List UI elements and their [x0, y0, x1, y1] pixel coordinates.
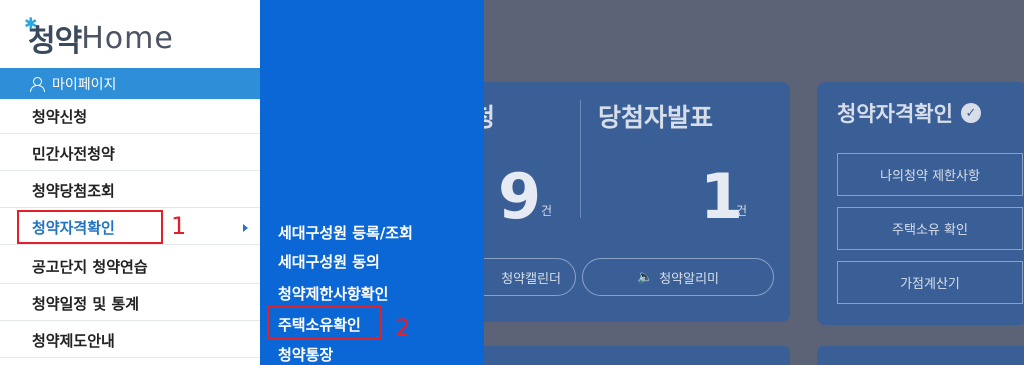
chevron-right-icon [243, 224, 248, 232]
menu-item-subscription-apply[interactable]: 청약신청 [0, 100, 260, 134]
menu-item-schedule-stats[interactable]: 청약일정 및 통계 [0, 287, 260, 321]
submenu-subscription-account[interactable]: 청약통장 [278, 344, 333, 365]
highlight-box-2 [267, 306, 382, 340]
my-restrictions-label: 나의청약 제한사항 [880, 169, 980, 184]
submenu-restriction-check[interactable]: 청약제한사항확인 [278, 283, 388, 304]
menu-item-label: 청약제도안내 [32, 332, 115, 350]
alarm-label: 청약알리미 [659, 271, 719, 287]
mypage-label: 마이페이지 [52, 76, 117, 93]
logo-star-icon: ✱ [24, 14, 38, 33]
eligibility-title-text: 청약자격확인 [837, 102, 953, 126]
person-icon [30, 76, 45, 92]
application-status-card: 청 당첨자발표 9 건 1 건 청약캘린더 🔈 청약알리미 [458, 82, 790, 322]
check-icon: ✓ [960, 103, 981, 123]
housing-ownership-label: 주택소유 확인 [892, 223, 968, 238]
logo-home: Home [81, 20, 174, 56]
menu-item-label: 청약일정 및 통계 [32, 295, 140, 313]
speaker-icon: 🔈 [637, 269, 654, 285]
bottom-card-right [817, 346, 1024, 365]
left-nav-panel: ✱ 청약 Home 마이페이지 청약신청 민간사전청약 청약당첨조회 청약자격확… [0, 0, 260, 365]
submenu-household-register[interactable]: 세대구성원 등록/조회 [278, 222, 413, 243]
highlight-box-1 [17, 210, 163, 244]
winner-unit: 건 [736, 204, 748, 218]
menu-item-label: 청약신청 [32, 108, 88, 126]
winner-count: 1 [700, 160, 744, 233]
score-calculator-button[interactable]: 가점계산기 [837, 261, 1023, 304]
annotation-mark-1: 1 [171, 212, 187, 240]
menu-item-system-guide[interactable]: 청약제도안내 [0, 324, 260, 358]
annotation-mark-2: 2 [395, 314, 411, 342]
divider [580, 100, 581, 218]
menu-item-label: 민간사전청약 [32, 145, 115, 163]
alarm-button[interactable]: 🔈 청약알리미 [582, 258, 774, 296]
menu-item-private-pre-subscription[interactable]: 민간사전청약 [0, 137, 260, 171]
mypage-link[interactable]: 마이페이지 [0, 68, 260, 99]
logo[interactable]: ✱ 청약 Home [24, 14, 174, 60]
submenu-household-consent[interactable]: 세대구성원 동의 [278, 251, 380, 272]
my-restrictions-button[interactable]: 나의청약 제한사항 [837, 153, 1023, 196]
score-calculator-label: 가점계산기 [900, 277, 960, 292]
bottom-card-left [468, 346, 790, 365]
menu-item-winner-lookup[interactable]: 청약당첨조회 [0, 174, 260, 208]
col1-count: 9 [498, 160, 542, 233]
submenu-panel: 세대구성원 등록/조회 세대구성원 동의 청약제한사항확인 주택소유확인 청약통… [260, 0, 484, 365]
eligibility-title: 청약자격확인 ✓ [837, 98, 981, 128]
winner-announcement-title: 당첨자발표 [598, 103, 714, 132]
housing-ownership-button[interactable]: 주택소유 확인 [837, 207, 1023, 250]
eligibility-card: 청약자격확인 ✓ 나의청약 제한사항 주택소유 확인 가점계산기 [817, 82, 1024, 325]
menu-item-practice[interactable]: 공고단지 청약연습 [0, 250, 260, 284]
calendar-label: 청약캘린더 [501, 271, 561, 287]
col1-unit: 건 [541, 204, 553, 218]
menu-item-label: 청약당첨조회 [32, 182, 115, 200]
menu-item-label: 공고단지 청약연습 [32, 258, 148, 276]
